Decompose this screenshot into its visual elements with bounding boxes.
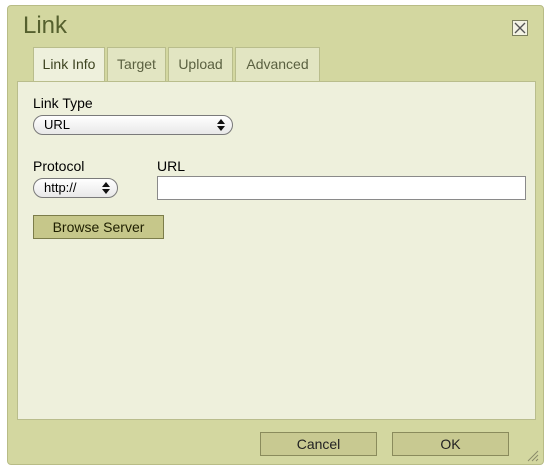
tab-target[interactable]: Target [107,47,166,81]
link-type-label: Link Type [33,95,93,111]
link-type-select[interactable]: URL [33,115,233,135]
browse-server-button[interactable]: Browse Server [33,215,164,239]
tab-advanced[interactable]: Advanced [235,47,320,81]
protocol-select[interactable]: http:// [33,178,118,198]
dialog-title: Link [23,12,68,39]
close-icon[interactable] [512,20,528,36]
link-type-value: URL [44,117,71,132]
protocol-value: http:// [44,180,77,195]
tab-link-info[interactable]: Link Info [33,47,105,83]
url-input[interactable] [157,176,526,200]
ok-button[interactable]: OK [392,432,509,456]
url-label: URL [157,158,186,174]
tab-upload[interactable]: Upload [168,47,233,81]
protocol-label: Protocol [33,158,85,174]
cancel-button[interactable]: Cancel [260,432,377,456]
select-arrows-icon [217,119,225,131]
resize-grip-icon[interactable] [525,448,539,462]
select-arrows-icon [102,182,110,194]
